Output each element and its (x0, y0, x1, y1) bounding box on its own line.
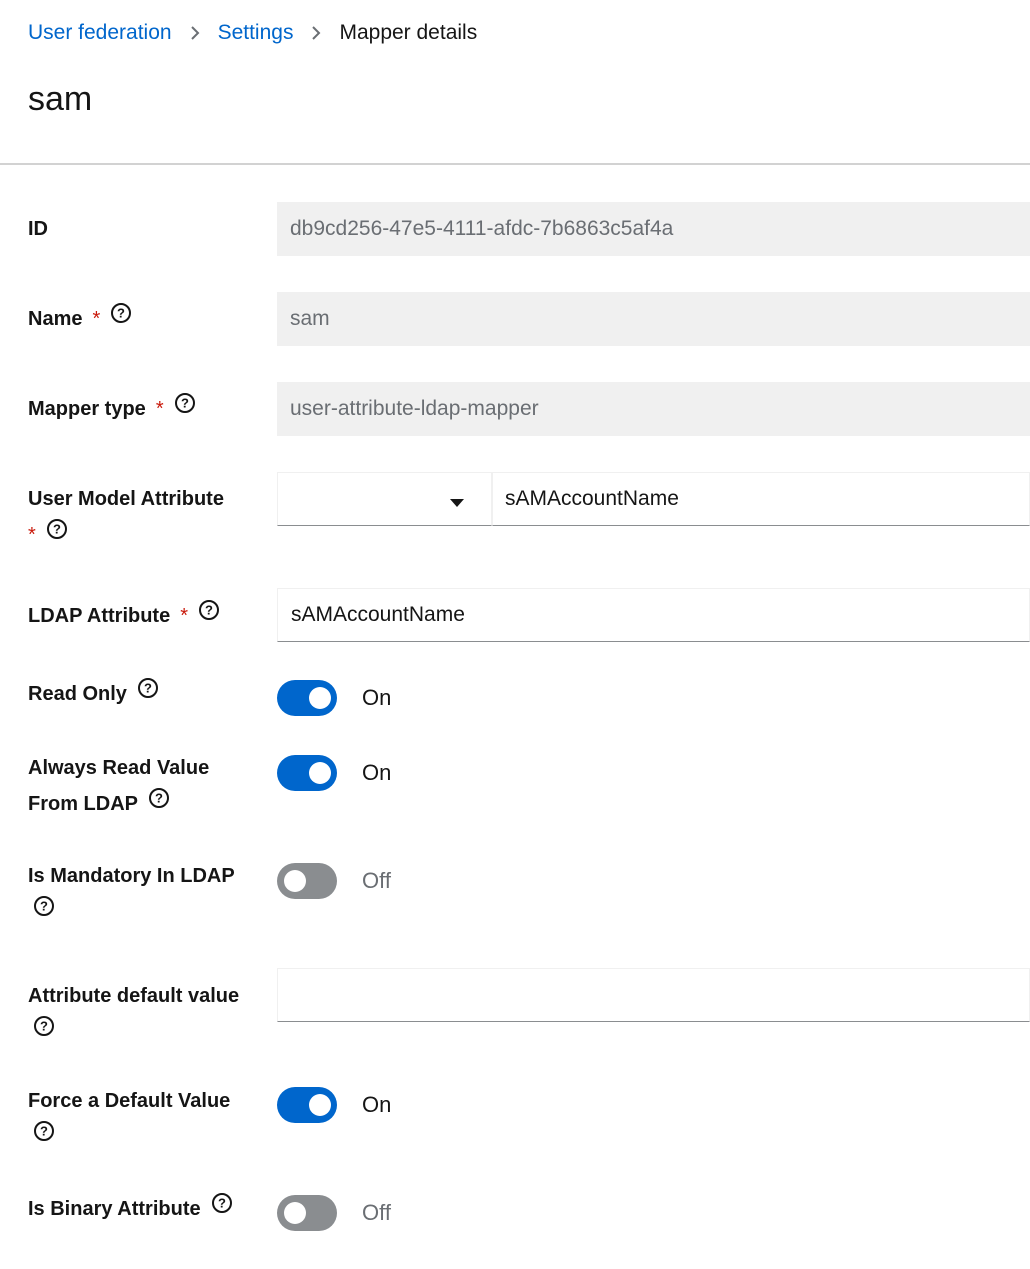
chevron-right-icon (293, 21, 339, 45)
is-mandatory-state: Off (362, 868, 391, 893)
breadcrumb: User federation Settings Mapper details (28, 18, 477, 48)
attribute-default-label: Attribute default value ? (28, 978, 268, 1051)
breadcrumb-current: Mapper details (339, 21, 478, 44)
is-mandatory-toggle[interactable] (277, 863, 337, 899)
help-circle-icon[interactable]: ? (33, 1118, 55, 1154)
svg-text:?: ? (40, 898, 48, 913)
header-divider (0, 163, 1030, 165)
breadcrumb-user-federation[interactable]: User federation (28, 21, 172, 45)
help-circle-icon[interactable]: ? (110, 300, 132, 336)
name-label: Name *? (28, 301, 268, 338)
svg-text:?: ? (205, 602, 213, 617)
svg-text:?: ? (144, 680, 152, 695)
mapper-type-field[interactable]: user-attribute-ldap-mapper (277, 382, 1030, 436)
page-title: sam (28, 80, 93, 118)
force-default-toggle[interactable] (277, 1087, 337, 1123)
user-model-attribute-input[interactable]: sAMAccountName (492, 472, 1030, 526)
toggle-knob (284, 1202, 306, 1224)
user-model-attribute-label: User Model Attribute *? (28, 481, 268, 554)
ldap-attribute-input[interactable]: sAMAccountName (277, 588, 1030, 642)
read-only-state: On (362, 685, 392, 710)
read-only-toggle[interactable] (277, 680, 337, 716)
help-circle-icon[interactable]: ? (33, 1013, 55, 1049)
toggle-knob (309, 762, 331, 784)
is-binary-label: Is Binary Attribute? (28, 1191, 268, 1228)
always-read-label: Always Read Value From LDAP? (28, 750, 268, 823)
required-marker: * (155, 398, 164, 420)
force-default-state: On (362, 1092, 392, 1117)
svg-text:?: ? (181, 395, 189, 410)
help-circle-icon[interactable]: ? (211, 1190, 233, 1226)
svg-text:?: ? (40, 1123, 48, 1138)
name-field[interactable]: sam (277, 292, 1030, 346)
id-field[interactable]: db9cd256-47e5-4111-afdc-7b6863c5af4a (277, 202, 1030, 256)
svg-text:?: ? (40, 1018, 48, 1033)
always-read-state: On (362, 760, 392, 785)
user-model-attribute-select[interactable] (277, 472, 492, 526)
is-binary-state: Off (362, 1200, 391, 1225)
always-read-toggle[interactable] (277, 755, 337, 791)
required-marker: * (28, 524, 36, 546)
is-mandatory-label: Is Mandatory In LDAP ? (28, 858, 268, 931)
toggle-knob (284, 870, 306, 892)
help-circle-icon[interactable]: ? (137, 675, 159, 711)
mapper-type-label: Mapper type *? (28, 391, 268, 428)
read-only-label: Read Only? (28, 676, 268, 713)
force-default-label: Force a Default Value ? (28, 1083, 268, 1156)
ldap-attribute-label: LDAP Attribute *? (28, 598, 268, 635)
help-circle-icon[interactable]: ? (33, 893, 55, 929)
toggle-knob (309, 1094, 331, 1116)
help-circle-icon[interactable]: ? (148, 785, 170, 821)
svg-text:?: ? (218, 1195, 226, 1210)
svg-text:?: ? (117, 305, 125, 320)
id-label: ID (28, 218, 48, 240)
required-marker: * (180, 605, 189, 627)
toggle-knob (309, 687, 331, 709)
attribute-default-input[interactable] (277, 968, 1030, 1022)
help-circle-icon[interactable]: ? (174, 390, 196, 426)
help-circle-icon[interactable]: ? (46, 516, 68, 552)
breadcrumb-settings[interactable]: Settings (218, 21, 294, 45)
chevron-right-icon (172, 21, 218, 45)
is-binary-toggle[interactable] (277, 1195, 337, 1231)
required-marker: * (92, 308, 101, 330)
svg-text:?: ? (53, 521, 61, 536)
caret-down-icon (449, 495, 465, 513)
help-circle-icon[interactable]: ? (198, 597, 220, 633)
svg-text:?: ? (155, 790, 163, 805)
